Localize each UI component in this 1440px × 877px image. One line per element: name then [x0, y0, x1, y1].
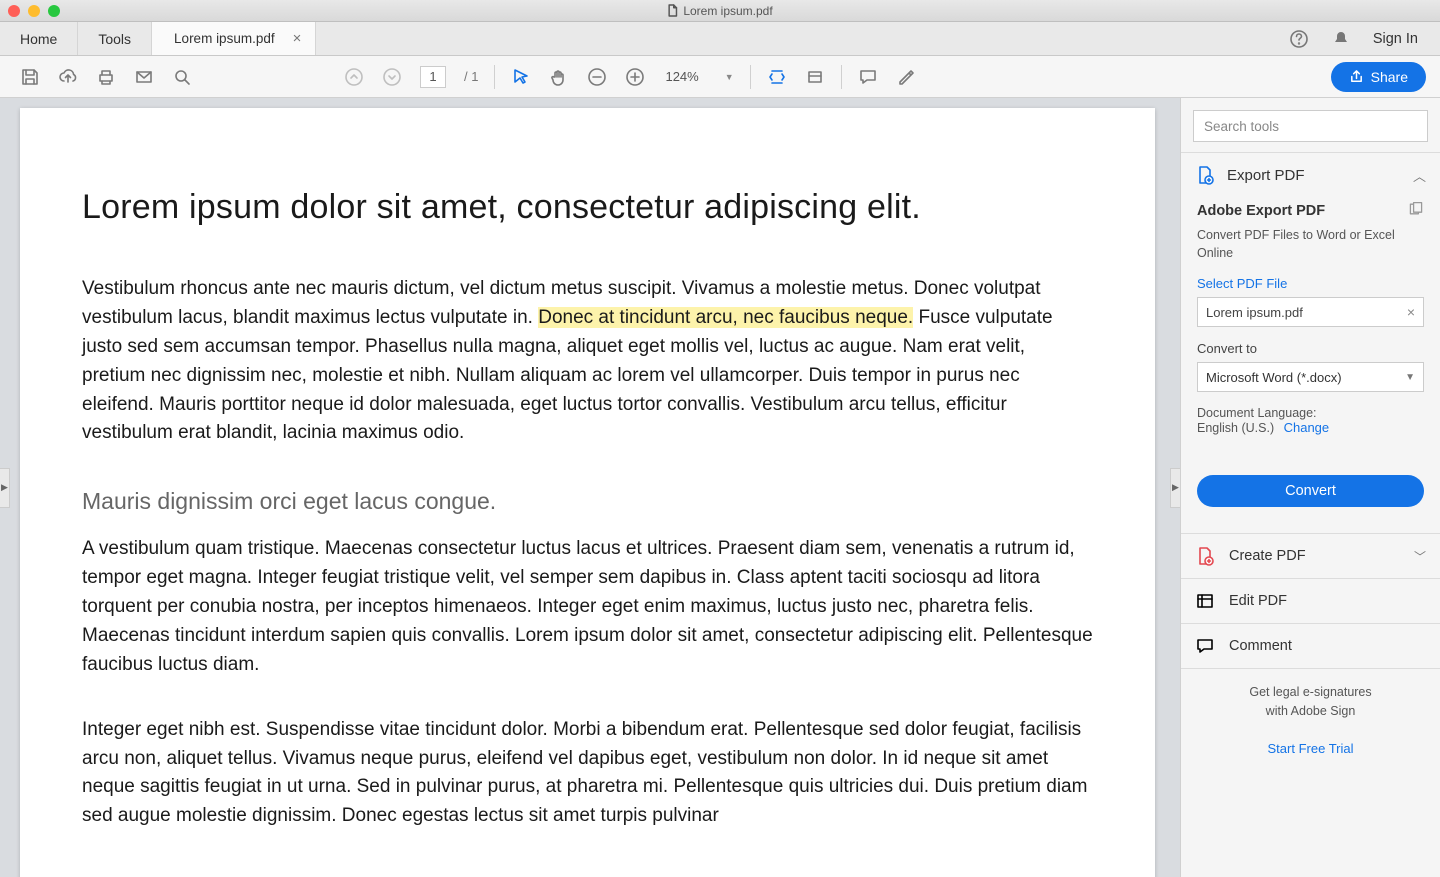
search-icon[interactable]	[172, 67, 192, 87]
email-icon[interactable]	[134, 67, 154, 87]
main-toolbar: / 1 124% ▼ Share	[0, 56, 1440, 98]
export-pdf-label: Export PDF	[1227, 167, 1401, 184]
create-pdf-row[interactable]: Create PDF ﹀	[1181, 533, 1440, 578]
share-button-label: Share	[1371, 69, 1408, 85]
select-pdf-file-link[interactable]: Select PDF File	[1197, 276, 1424, 291]
save-icon[interactable]	[20, 67, 40, 87]
help-icon[interactable]	[1289, 29, 1309, 49]
fit-page-icon[interactable]	[805, 67, 825, 87]
create-pdf-icon	[1195, 546, 1215, 566]
chevron-down-icon: ▼	[1405, 372, 1415, 383]
adobe-sign-promo: Get legal e-signatures with Adobe Sign S…	[1181, 668, 1440, 776]
window-titlebar: Lorem ipsum.pdf	[0, 0, 1440, 22]
main-area: ▶ ▶ Lorem ipsum dolor sit amet, consecte…	[0, 98, 1440, 877]
convert-button[interactable]: Convert	[1197, 475, 1424, 507]
sign-in-link[interactable]: Sign In	[1373, 31, 1418, 47]
export-pdf-icon	[1195, 165, 1215, 185]
close-window-button[interactable]	[8, 5, 20, 17]
window-title-text: Lorem ipsum.pdf	[683, 4, 772, 18]
hand-tool-icon[interactable]	[549, 67, 569, 87]
page-number-input[interactable]	[420, 66, 446, 88]
export-subtitle: Adobe Export PDF	[1197, 203, 1325, 219]
tools-panel: Export PDF ︿ Adobe Export PDF Convert PD…	[1180, 98, 1440, 877]
edit-pdf-label: Edit PDF	[1229, 593, 1426, 609]
chevron-up-icon: ︿	[1413, 166, 1426, 185]
doc-paragraph-1: Vestibulum rhoncus ante nec mauris dictu…	[82, 275, 1093, 448]
promo-line-1: Get legal e-signatures	[1249, 685, 1371, 699]
document-tab[interactable]: Lorem ipsum.pdf ×	[152, 22, 316, 55]
comment-row[interactable]: Comment	[1181, 623, 1440, 668]
zoom-level-label: 124%	[665, 69, 698, 84]
convert-to-select[interactable]: Microsoft Word (*.docx) ▼	[1197, 362, 1424, 392]
promo-line-2: with Adobe Sign	[1266, 704, 1356, 718]
chevron-down-icon: ﹀	[1414, 548, 1426, 565]
export-pdf-header[interactable]: Export PDF ︿	[1181, 153, 1440, 197]
minimize-window-button[interactable]	[28, 5, 40, 17]
edit-pdf-icon	[1195, 591, 1215, 611]
doc-heading-1: Lorem ipsum dolor sit amet, consectetur …	[82, 188, 1093, 227]
select-tool-icon[interactable]	[511, 67, 531, 87]
doc-language-label: Document Language:	[1197, 406, 1317, 420]
cloud-upload-icon[interactable]	[58, 67, 78, 87]
tools-tab[interactable]: Tools	[78, 22, 152, 55]
create-pdf-label: Create PDF	[1229, 548, 1400, 564]
close-tab-button[interactable]: ×	[293, 30, 302, 47]
start-free-trial-link[interactable]: Start Free Trial	[1197, 739, 1424, 759]
page-up-icon	[344, 67, 364, 87]
convert-to-label: Convert to	[1197, 341, 1424, 356]
home-tab[interactable]: Home	[0, 22, 78, 55]
print-icon[interactable]	[96, 67, 116, 87]
highlight-tool-icon[interactable]	[896, 67, 916, 87]
fit-width-icon[interactable]	[767, 67, 787, 87]
pdf-page: Lorem ipsum dolor sit amet, consectetur …	[20, 108, 1155, 877]
doc-paragraph-2: A vestibulum quam tristique. Maecenas co…	[82, 535, 1093, 679]
convert-to-value: Microsoft Word (*.docx)	[1206, 370, 1342, 385]
search-tools-input[interactable]	[1193, 110, 1428, 142]
selected-file-name: Lorem ipsum.pdf	[1206, 305, 1303, 320]
remove-file-button[interactable]: ×	[1407, 304, 1415, 320]
top-nav: Home Tools Lorem ipsum.pdf × Sign In	[0, 22, 1440, 56]
right-panel-toggle[interactable]: ▶	[1170, 468, 1180, 508]
document-viewer[interactable]: ▶ ▶ Lorem ipsum dolor sit amet, consecte…	[0, 98, 1180, 877]
maximize-window-button[interactable]	[48, 5, 60, 17]
share-button[interactable]: Share	[1331, 62, 1426, 92]
doc-heading-2: Mauris dignissim orci eget lacus congue.	[82, 488, 1093, 515]
selected-file-row: Lorem ipsum.pdf ×	[1197, 297, 1424, 327]
change-language-link[interactable]: Change	[1284, 420, 1330, 435]
page-total-label: / 1	[464, 69, 478, 84]
notifications-icon[interactable]	[1331, 29, 1351, 49]
export-description: Convert PDF Files to Word or Excel Onlin…	[1197, 227, 1424, 262]
zoom-out-icon[interactable]	[587, 67, 607, 87]
highlighted-text[interactable]: Donec at tincidunt arcu, nec faucibus ne…	[538, 307, 913, 328]
window-title: Lorem ipsum.pdf	[667, 4, 772, 18]
zoom-dropdown-icon[interactable]: ▼	[725, 72, 734, 82]
export-pdf-section: Export PDF ︿ Adobe Export PDF Convert PD…	[1181, 152, 1440, 533]
page-down-icon	[382, 67, 402, 87]
document-tab-label: Lorem ipsum.pdf	[174, 31, 275, 46]
doc-language-value: English (U.S.)	[1197, 421, 1274, 435]
comment-tool-icon[interactable]	[858, 67, 878, 87]
comment-label: Comment	[1229, 638, 1426, 654]
zoom-in-icon[interactable]	[625, 67, 645, 87]
export-options-icon[interactable]	[1408, 201, 1424, 221]
doc-paragraph-3: Integer eget nibh est. Suspendisse vitae…	[82, 716, 1093, 832]
left-panel-toggle[interactable]: ▶	[0, 468, 10, 508]
edit-pdf-row[interactable]: Edit PDF	[1181, 578, 1440, 623]
window-controls	[8, 5, 60, 17]
comment-icon	[1195, 636, 1215, 656]
